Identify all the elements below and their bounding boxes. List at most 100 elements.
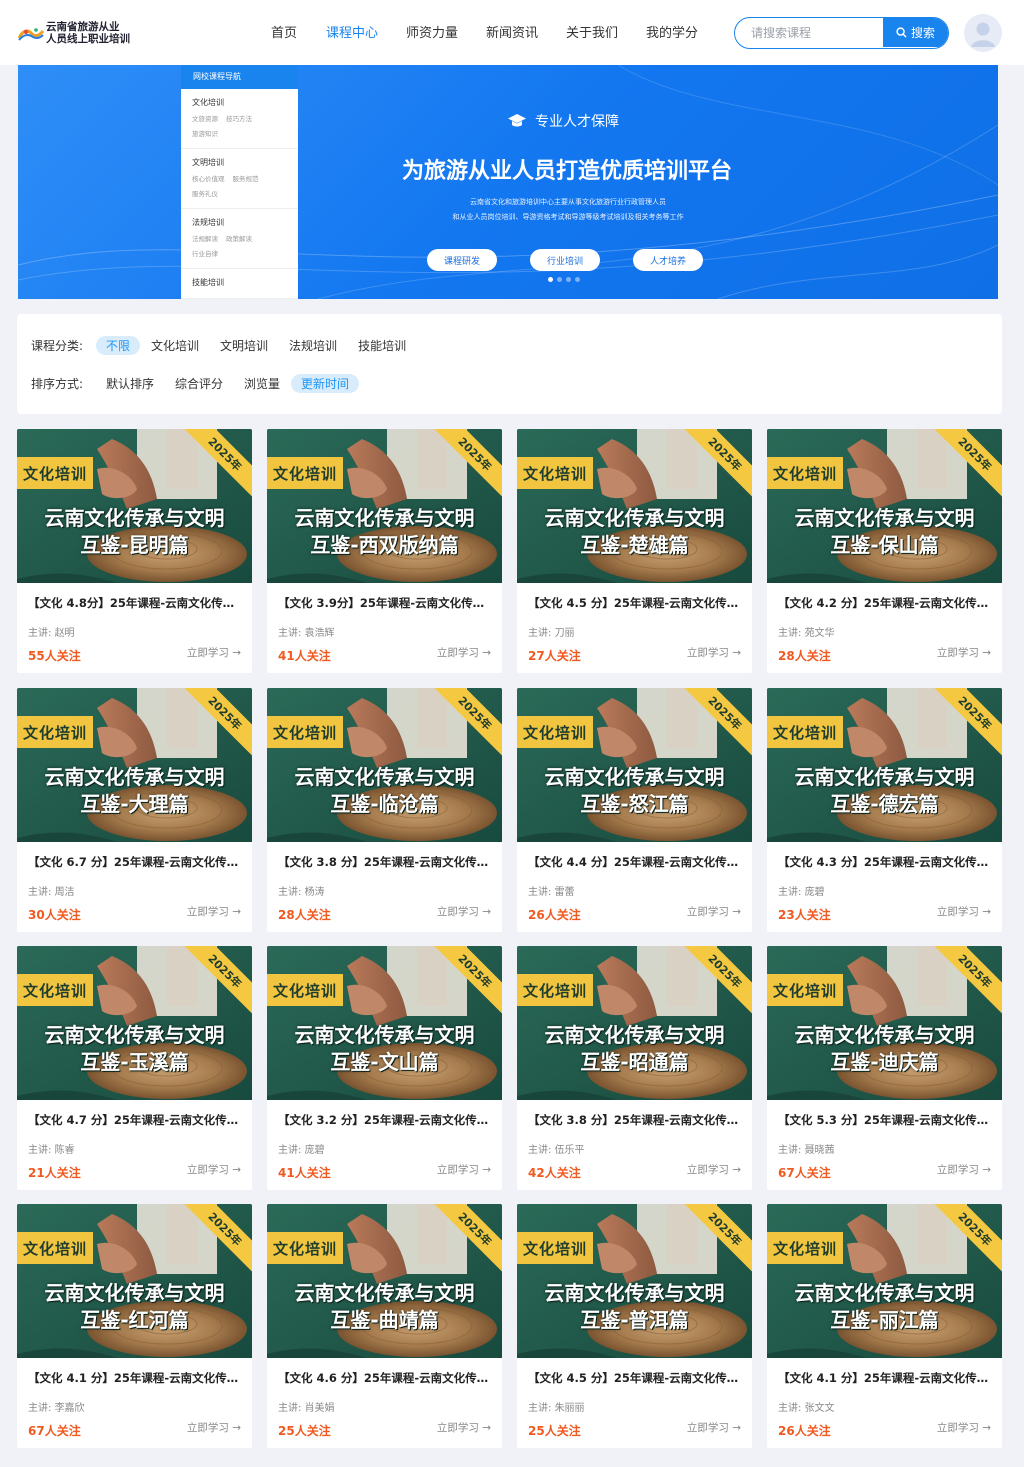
side-nav-sub-item[interactable]: 服务礼仪 xyxy=(192,190,218,198)
site-logo[interactable]: 云南省旅游从业 人员线上职业培训 xyxy=(18,20,130,48)
banner-button-industry-training[interactable]: 行业培训 xyxy=(530,249,600,271)
course-card[interactable]: 文化培训 2025年 云南文化传承与文明 互鉴-红河篇 【文化 4.1 分】25… xyxy=(17,1204,252,1448)
course-thumbnail[interactable]: 文化培训 2025年 云南文化传承与文明 互鉴-丽江篇 xyxy=(767,1204,1002,1358)
course-card[interactable]: 文化培训 2025年 云南文化传承与文明 互鉴-德宏篇 【文化 4.3 分】25… xyxy=(767,688,1002,932)
nav-item-1[interactable]: 课程中心 xyxy=(326,22,378,41)
carousel-dot[interactable] xyxy=(575,277,580,282)
sort-chip-3[interactable]: 更新时间 xyxy=(291,373,360,393)
course-card[interactable]: 文化培训 2025年 云南文化传承与文明 互鉴-普洱篇 【文化 4.5 分】25… xyxy=(517,1204,752,1448)
course-thumbnail[interactable]: 文化培训 2025年 云南文化传承与文明 互鉴-大理篇 xyxy=(17,688,252,842)
course-title[interactable]: 【文化 4.5 分】25年课程-云南文化传承与文明互鉴-楚雄篇 xyxy=(528,595,743,611)
nav-item-3[interactable]: 新闻资讯 xyxy=(486,22,538,41)
course-thumbnail[interactable]: 文化培训 2025年 云南文化传承与文明 互鉴-保山篇 xyxy=(767,429,1002,583)
course-card[interactable]: 文化培训 2025年 云南文化传承与文明 互鉴-怒江篇 【文化 4.4 分】25… xyxy=(517,688,752,932)
course-title[interactable]: 【文化 4.1 分】25年课程-云南文化传承与文明互鉴-红河篇 xyxy=(28,1370,243,1386)
study-now-link[interactable]: 立即学习 → xyxy=(187,1420,241,1435)
study-now-link[interactable]: 立即学习 → xyxy=(937,645,991,660)
side-nav-group-title[interactable]: 技能培训 xyxy=(192,277,287,288)
course-card[interactable]: 文化培训 2025年 云南文化传承与文明 互鉴-临沧篇 【文化 3.8 分】25… xyxy=(267,688,502,932)
course-title[interactable]: 【文化 4.7 分】25年课程-云南文化传承与文明互鉴-玉溪篇 xyxy=(28,1112,243,1128)
course-thumbnail[interactable]: 文化培训 2025年 云南文化传承与文明 互鉴-红河篇 xyxy=(17,1204,252,1358)
side-nav-sub-item[interactable]: 行业自律 xyxy=(192,250,218,258)
side-nav-sub-item[interactable]: 技巧方法 xyxy=(226,115,252,123)
carousel-dot[interactable] xyxy=(566,277,571,282)
side-nav-group-title[interactable]: 文明培训 xyxy=(192,157,287,168)
side-nav-sub-item[interactable]: 核心价值观 xyxy=(192,175,225,183)
study-now-link[interactable]: 立即学习 → xyxy=(687,1162,741,1177)
search-button[interactable]: 搜索 xyxy=(883,18,948,47)
search-input[interactable] xyxy=(735,18,883,47)
side-nav-sub-item[interactable]: 政策解读 xyxy=(226,235,252,243)
study-now-link[interactable]: 立即学习 → xyxy=(187,645,241,660)
course-title[interactable]: 【文化 4.2 分】25年课程-云南文化传承与文明互鉴-保山篇 xyxy=(778,595,993,611)
side-nav-sub-item[interactable]: 旅游知识 xyxy=(192,130,218,138)
course-thumbnail[interactable]: 文化培训 2025年 云南文化传承与文明 互鉴-怒江篇 xyxy=(517,688,752,842)
category-chip-2[interactable]: 文明培训 xyxy=(210,336,278,355)
course-card[interactable]: 文化培训 2025年 云南文化传承与文明 互鉴-楚雄篇 【文化 4.5 分】25… xyxy=(517,429,752,673)
category-chip-0[interactable]: 不限 xyxy=(96,335,141,355)
category-chip-4[interactable]: 技能培训 xyxy=(348,336,416,355)
side-nav-group-title[interactable]: 文化培训 xyxy=(192,97,287,108)
study-now-link[interactable]: 立即学习 → xyxy=(437,1162,491,1177)
banner-button-course-dev[interactable]: 课程研发 xyxy=(427,249,497,271)
course-thumbnail[interactable]: 文化培训 2025年 云南文化传承与文明 互鉴-西双版纳篇 xyxy=(267,429,502,583)
course-title[interactable]: 【文化 6.7 分】25年课程-云南文化传承与文明互鉴-大理篇 xyxy=(28,854,243,870)
course-thumbnail[interactable]: 文化培训 2025年 云南文化传承与文明 互鉴-文山篇 xyxy=(267,946,502,1100)
study-now-link[interactable]: 立即学习 → xyxy=(687,1420,741,1435)
study-now-link[interactable]: 立即学习 → xyxy=(937,904,991,919)
study-now-link[interactable]: 立即学习 → xyxy=(187,904,241,919)
course-thumbnail[interactable]: 文化培训 2025年 云南文化传承与文明 互鉴-迪庆篇 xyxy=(767,946,1002,1100)
course-thumbnail[interactable]: 文化培训 2025年 云南文化传承与文明 互鉴-德宏篇 xyxy=(767,688,1002,842)
course-title[interactable]: 【文化 4.8分】25年课程-云南文化传承与文明互鉴-昆明篇 xyxy=(28,595,243,611)
course-title[interactable]: 【文化 3.8 分】25年课程-云南文化传承与文明互鉴-临沧篇 xyxy=(278,854,493,870)
course-title[interactable]: 【文化 3.2 分】25年课程-云南文化传承与文明互鉴-文山篇 xyxy=(278,1112,493,1128)
course-thumbnail[interactable]: 文化培训 2025年 云南文化传承与文明 互鉴-昭通篇 xyxy=(517,946,752,1100)
course-thumbnail[interactable]: 文化培训 2025年 云南文化传承与文明 互鉴-临沧篇 xyxy=(267,688,502,842)
study-now-link[interactable]: 立即学习 → xyxy=(687,904,741,919)
course-title[interactable]: 【文化 5.3 分】25年课程-云南文化传承与文明互鉴-迪庆篇 xyxy=(778,1112,993,1128)
course-card[interactable]: 文化培训 2025年 云南文化传承与文明 互鉴-西双版纳篇 【文化 3.9分】2… xyxy=(267,429,502,673)
study-now-link[interactable]: 立即学习 → xyxy=(437,645,491,660)
side-nav-group-title[interactable]: 法规培训 xyxy=(192,217,287,228)
study-now-link[interactable]: 立即学习 → xyxy=(687,645,741,660)
course-card[interactable]: 文化培训 2025年 云南文化传承与文明 互鉴-昭通篇 【文化 3.8 分】25… xyxy=(517,946,752,1190)
study-now-link[interactable]: 立即学习 → xyxy=(437,1420,491,1435)
course-title[interactable]: 【文化 4.5 分】25年课程-云南文化传承与文明互鉴-普洱篇 xyxy=(528,1370,743,1386)
course-card[interactable]: 文化培训 2025年 云南文化传承与文明 互鉴-玉溪篇 【文化 4.7 分】25… xyxy=(17,946,252,1190)
study-now-link[interactable]: 立即学习 → xyxy=(437,904,491,919)
side-nav-sub-item[interactable]: 法规解读 xyxy=(192,235,218,243)
nav-item-5[interactable]: 我的学分 xyxy=(646,22,698,41)
category-chip-3[interactable]: 法规培训 xyxy=(279,336,347,355)
course-title[interactable]: 【文化 4.4 分】25年课程-云南文化传承与文明互鉴-怒江篇 xyxy=(528,854,743,870)
carousel-dot[interactable] xyxy=(557,277,562,282)
course-card[interactable]: 文化培训 2025年 云南文化传承与文明 互鉴-文山篇 【文化 3.2 分】25… xyxy=(267,946,502,1190)
course-title[interactable]: 【文化 4.3 分】25年课程-云南文化传承与文明互鉴-德宏篇 xyxy=(778,854,993,870)
sort-chip-1[interactable]: 综合评分 xyxy=(165,374,233,393)
course-thumbnail[interactable]: 文化培训 2025年 云南文化传承与文明 互鉴-曲靖篇 xyxy=(267,1204,502,1358)
course-card[interactable]: 文化培训 2025年 云南文化传承与文明 互鉴-曲靖篇 【文化 4.6 分】25… xyxy=(267,1204,502,1448)
course-thumbnail[interactable]: 文化培训 2025年 云南文化传承与文明 互鉴-楚雄篇 xyxy=(517,429,752,583)
study-now-link[interactable]: 立即学习 → xyxy=(187,1162,241,1177)
study-now-link[interactable]: 立即学习 → xyxy=(937,1162,991,1177)
nav-item-4[interactable]: 关于我们 xyxy=(566,22,618,41)
course-title[interactable]: 【文化 4.1 分】25年课程-云南文化传承与文明互鉴-丽江篇 xyxy=(778,1370,993,1386)
course-thumbnail[interactable]: 文化培训 2025年 云南文化传承与文明 互鉴-普洱篇 xyxy=(517,1204,752,1358)
course-card[interactable]: 文化培训 2025年 云南文化传承与文明 互鉴-丽江篇 【文化 4.1 分】25… xyxy=(767,1204,1002,1448)
nav-item-2[interactable]: 师资力量 xyxy=(406,22,458,41)
study-now-link[interactable]: 立即学习 → xyxy=(937,1420,991,1435)
course-card[interactable]: 文化培训 2025年 云南文化传承与文明 互鉴-迪庆篇 【文化 5.3 分】25… xyxy=(767,946,1002,1190)
course-title[interactable]: 【文化 3.8 分】25年课程-云南文化传承与文明互鉴-昭通篇 xyxy=(528,1112,743,1128)
category-chip-1[interactable]: 文化培训 xyxy=(141,336,209,355)
banner-button-talent[interactable]: 人才培养 xyxy=(633,249,703,271)
course-thumbnail[interactable]: 文化培训 2025年 云南文化传承与文明 互鉴-玉溪篇 xyxy=(17,946,252,1100)
avatar[interactable] xyxy=(964,14,1002,52)
sort-chip-0[interactable]: 默认排序 xyxy=(96,374,164,393)
course-title[interactable]: 【文化 3.9分】25年课程-云南文化传承与文明互鉴-西双版纳篇 xyxy=(278,595,493,611)
carousel-dot[interactable] xyxy=(548,277,553,282)
course-card[interactable]: 文化培训 2025年 云南文化传承与文明 互鉴-昆明篇 【文化 4.8分】25年… xyxy=(17,429,252,673)
course-title[interactable]: 【文化 4.6 分】25年课程-云南文化传承与文明互鉴-曲靖篇 xyxy=(278,1370,493,1386)
side-nav-sub-item[interactable]: 服务规范 xyxy=(233,175,259,183)
sort-chip-2[interactable]: 浏览量 xyxy=(234,374,290,393)
side-nav-sub-item[interactable]: 文旅资源 xyxy=(192,115,218,123)
nav-item-0[interactable]: 首页 xyxy=(271,22,297,41)
